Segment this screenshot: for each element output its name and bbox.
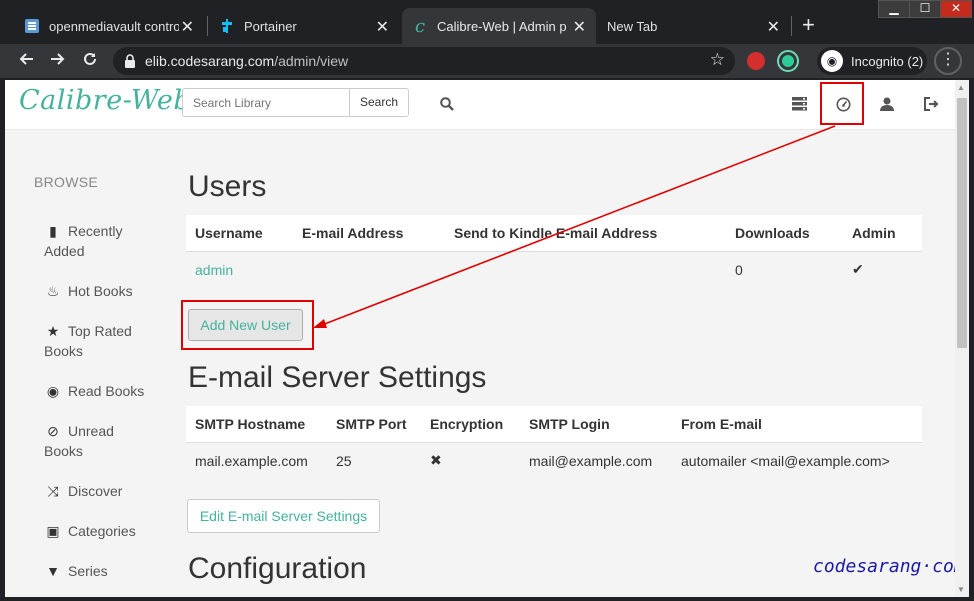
screenshot: openmediavault control ✕ Portainer ✕ c C… — [0, 0, 974, 601]
page-scrollbar[interactable]: ▲ ▼ — [955, 80, 969, 597]
scrollbar-thumb[interactable] — [957, 98, 967, 348]
annotation-arrow — [313, 125, 836, 328]
